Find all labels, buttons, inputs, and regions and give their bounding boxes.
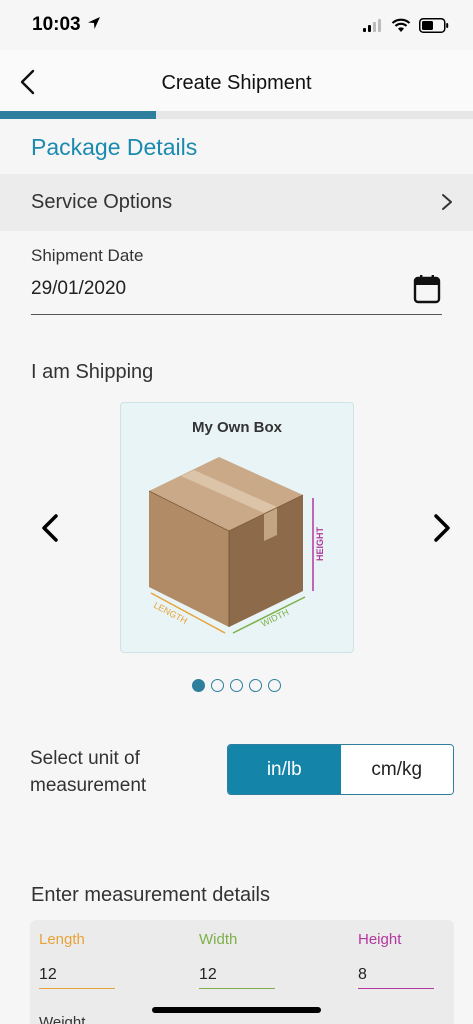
wifi-icon [391,18,411,32]
calendar-icon[interactable] [413,274,441,304]
page-title: Create Shipment [161,72,312,94]
height-field[interactable]: Height 8 [358,931,434,989]
width-field[interactable]: Width 12 [199,931,275,989]
weight-label: Weight [39,1014,86,1024]
shipment-date-underline [31,314,442,315]
carousel-pagination [0,679,473,692]
box-illustration: LENGTH WIDTH HEIGHT [148,457,325,634]
unit-option-imperial[interactable]: in/lb [228,745,341,794]
i-am-shipping-label: I am Shipping [31,361,154,383]
progress-bar-fill [0,111,157,119]
status-time: 10:03 [32,14,81,35]
length-input[interactable]: 12 [39,966,115,986]
home-indicator [152,1007,321,1013]
section-title: Package Details [31,134,198,160]
pagination-dot[interactable] [249,679,262,692]
carousel-prev-icon[interactable] [38,512,62,544]
height-label: Height [358,931,402,948]
package-card[interactable]: My Own Box LENGTH WIDTH HEIGHT [120,402,354,653]
height-underline [358,988,434,989]
unit-toggle: in/lb cm/kg [227,744,454,795]
chevron-right-icon [442,194,452,210]
width-underline [199,988,275,989]
carousel-next-icon[interactable] [430,512,454,544]
pagination-dot[interactable] [192,679,205,692]
pagination-dot[interactable] [268,679,281,692]
length-underline [39,988,115,989]
unit-label: Select unit of measurement [30,748,147,796]
width-label: Width [199,931,238,948]
battery-icon [419,17,449,33]
width-input[interactable]: 12 [199,966,275,986]
status-indicators [363,16,449,34]
pagination-dot[interactable] [211,679,224,692]
service-options-row[interactable]: Service Options [0,174,473,231]
package-card-title: My Own Box [191,419,282,436]
location-arrow-icon [88,17,100,29]
height-input[interactable]: 8 [358,966,434,986]
unit-option-metric[interactable]: cm/kg [340,745,453,794]
service-options-label: Service Options [31,191,173,213]
pagination-dot[interactable] [230,679,243,692]
length-field[interactable]: Length 12 [39,931,115,989]
shipment-date-label: Shipment Date [31,246,144,265]
measurement-label: Enter measurement details [31,884,271,906]
height-dim-label: HEIGHT [315,526,325,561]
shipment-date-field[interactable]: 29/01/2020 [31,278,126,300]
length-label: Length [39,931,85,948]
status-bar: 10:03 [0,0,473,50]
progress-bar [0,111,473,119]
nav-bar: Create Shipment [0,50,473,112]
width-dim-label: WIDTH [259,607,290,629]
signal-icon [363,19,381,32]
